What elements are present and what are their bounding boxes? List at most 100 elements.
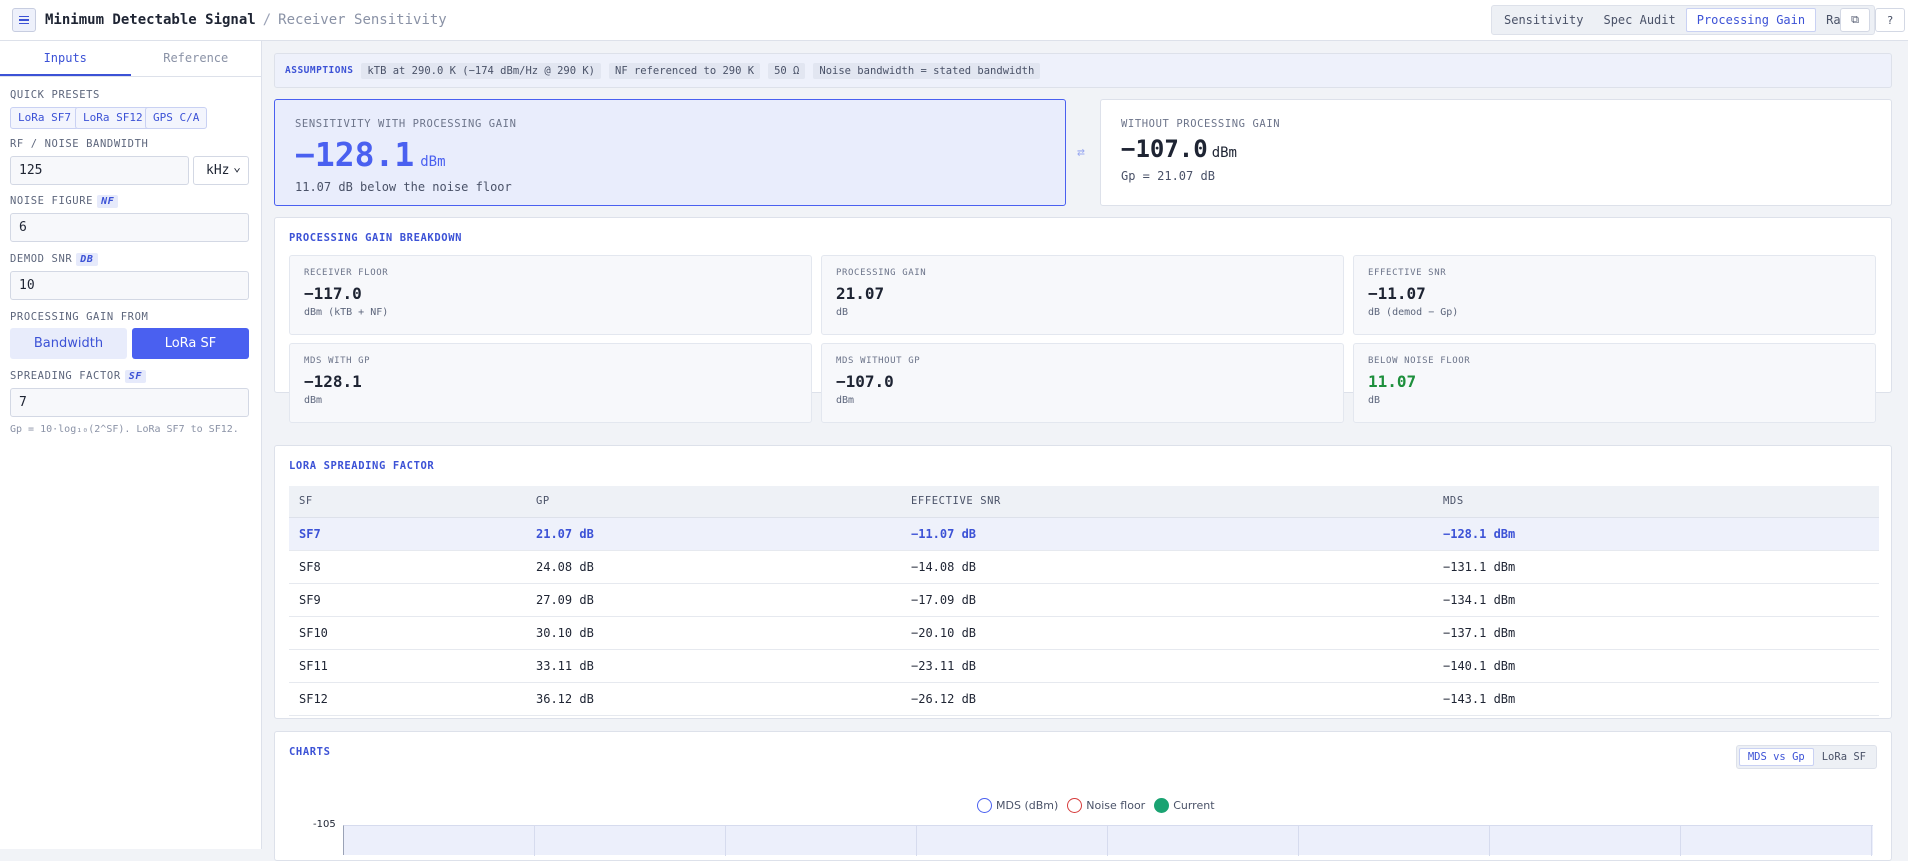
breadcrumb-separator: /	[262, 12, 272, 28]
metric-mds-with-gp: MDS WITH GP −128.1 dBm	[289, 343, 812, 423]
legend-item-mds: MDS (dBm)	[977, 798, 1058, 813]
spreading-factor-label: SPREADING FACTOR SF	[10, 370, 146, 383]
gain-from-label: PROCESSING GAIN FROM	[10, 311, 149, 323]
table-cell: −26.12 dB	[901, 682, 1433, 716]
tab-spec-audit[interactable]: Spec Audit	[1593, 8, 1685, 32]
table-cell: −128.1 dBm	[1433, 517, 1879, 551]
sensitivity-with-gain-card: SENSITIVITY WITH PROCESSING GAIN −128.1 d…	[274, 99, 1066, 206]
column-header: SF	[289, 486, 526, 518]
table-cell: 24.08 dB	[526, 550, 901, 584]
column-header: EFFECTIVE SNR	[901, 486, 1433, 518]
table-row[interactable]: SF7 21.07 dB −11.07 dB −128.1 dBm	[289, 517, 1879, 551]
assumption-chip: Noise bandwidth = stated bandwidth	[813, 62, 1041, 79]
legend-swatch	[1067, 798, 1083, 813]
metric-processing-gain: PROCESSING GAIN 21.07 dB	[821, 255, 1344, 335]
table-cell: −134.1 dBm	[1433, 583, 1879, 617]
table-cell: −20.10 dB	[901, 616, 1433, 650]
table-cell: 33.11 dB	[526, 649, 901, 683]
metric-below-noise-floor: BELOW NOISE FLOOR 11.07 dB	[1353, 343, 1876, 423]
gain-from-bandwidth-button[interactable]: Bandwidth	[10, 328, 127, 359]
table-cell: SF11	[289, 649, 526, 683]
legend-swatch	[1154, 798, 1170, 813]
card-value: −128.1 dBm	[295, 135, 446, 174]
table-row[interactable]: SF10 30.10 dB −20.10 dB −137.1 dBm	[289, 616, 1879, 650]
gain-from-lora-sf-button[interactable]: LoRa SF	[132, 328, 249, 359]
tab-inputs[interactable]: Inputs	[0, 41, 131, 76]
legend-item-current: Current	[1154, 798, 1215, 813]
bandwidth-input[interactable]: 125	[10, 156, 189, 185]
sf-hint: Gp = 10·log₁₀(2^SF). LoRa SF7 to SF12.	[10, 424, 239, 435]
card-label: SENSITIVITY WITH PROCESSING GAIN	[295, 118, 517, 130]
table-cell: 36.12 dB	[526, 682, 901, 716]
table-cell: SF9	[289, 583, 526, 617]
table-cell: −23.11 dB	[901, 649, 1433, 683]
table-header-row: SF GP EFFECTIVE SNR MDS	[289, 486, 1879, 518]
metric-effective-snr: EFFECTIVE SNR −11.07 dB (demod − Gp)	[1353, 255, 1876, 335]
preset-lora-sf7-button[interactable]: LoRa SF7	[10, 107, 79, 129]
bandwidth-label: RF / NOISE BANDWIDTH	[10, 138, 149, 150]
legend-item-noise-floor: Noise floor	[1067, 798, 1145, 813]
column-header: MDS	[1433, 486, 1879, 518]
card-label: WITHOUT PROCESSING GAIN	[1121, 118, 1281, 130]
demod-snr-label: DEMOD SNR DB	[10, 253, 98, 266]
charts-title: CHARTS	[289, 746, 331, 758]
metric-receiver-floor: RECEIVER FLOOR −117.0 dBm (kTB + NF)	[289, 255, 812, 335]
chart-plot-area	[343, 825, 1873, 856]
card-value: −107.0 dBm	[1121, 135, 1237, 163]
app-title: Minimum Detectable Signal	[45, 12, 256, 28]
quick-presets-label: QUICK PRESETS	[10, 89, 100, 101]
chart-tab-lora-sf[interactable]: LoRa SF	[1814, 748, 1874, 766]
assumption-chip: kTB at 290.0 K (−174 dBm/Hz @ 290 K)	[361, 62, 601, 79]
help-icon[interactable]: ?	[1875, 8, 1905, 32]
table-cell: −11.07 dB	[901, 517, 1433, 551]
tab-sensitivity[interactable]: Sensitivity	[1494, 8, 1593, 32]
table-cell: 21.07 dB	[526, 517, 901, 551]
swap-icon: ⇄	[1077, 145, 1085, 160]
legend-swatch	[977, 798, 992, 813]
sidebar-tabs: Inputs Reference	[0, 41, 261, 77]
breakdown-panel: PROCESSING GAIN BREAKDOWN RECEIVER FLOOR…	[274, 217, 1892, 423]
table-cell: 27.09 dB	[526, 583, 901, 617]
table-cell: −17.09 dB	[901, 583, 1433, 617]
table-cell: SF7	[289, 517, 526, 551]
table-cell: SF8	[289, 550, 526, 584]
noise-figure-input[interactable]: 6	[10, 213, 249, 242]
breadcrumb-page: Receiver Sensitivity	[278, 12, 447, 28]
chart-tab-mds-vs-gp[interactable]: MDS vs Gp	[1738, 748, 1814, 766]
sf-tag: SF	[124, 370, 146, 383]
table-cell: SF12	[289, 682, 526, 716]
assumptions-label: ASSUMPTIONS	[285, 65, 354, 76]
table-cell: SF10	[289, 616, 526, 650]
noise-figure-label: NOISE FIGURE NF	[10, 195, 119, 208]
snr-tag: DB	[76, 253, 98, 266]
lora-sf-panel: LORA SPREADING FACTOR SF GP EFFECTIVE SN…	[274, 445, 1892, 719]
copy-icon[interactable]: ⧉	[1840, 8, 1870, 32]
column-header: GP	[526, 486, 901, 518]
table-row[interactable]: SF8 24.08 dB −14.08 dB −131.1 dBm	[289, 550, 1879, 584]
spreading-factor-input[interactable]: 7	[10, 388, 249, 417]
top-bar: Minimum Detectable Signal / Receiver Sen…	[0, 0, 1908, 41]
table-row[interactable]: SF11 33.11 dB −23.11 dB −140.1 dBm	[289, 649, 1879, 683]
table-cell: −140.1 dBm	[1433, 649, 1879, 683]
chart-legend: MDS (dBm) Noise floor Current	[977, 798, 1224, 813]
tab-reference[interactable]: Reference	[131, 41, 262, 76]
preset-lora-sf12-button[interactable]: LoRa SF12	[75, 107, 151, 129]
bandwidth-unit-select[interactable]: kHz	[193, 154, 249, 185]
y-axis-tick: -105	[313, 819, 336, 830]
charts-panel: CHARTS MDS vs Gp LoRa SF MDS (dBm) Noise…	[274, 731, 1892, 861]
demod-snr-input[interactable]: 10	[10, 271, 249, 300]
chart-toggle: MDS vs Gp LoRa SF	[1735, 745, 1877, 769]
table-row[interactable]: SF9 27.09 dB −17.09 dB −134.1 dBm	[289, 583, 1879, 617]
nf-tag: NF	[97, 195, 119, 208]
table-cell: −14.08 dB	[901, 550, 1433, 584]
tab-processing-gain[interactable]: Processing Gain	[1685, 8, 1817, 32]
table-cell: 30.10 dB	[526, 616, 901, 650]
table-row[interactable]: SF12 36.12 dB −26.12 dB −143.1 dBm	[289, 682, 1879, 716]
table-cell: −137.1 dBm	[1433, 616, 1879, 650]
table-cell: −143.1 dBm	[1433, 682, 1879, 716]
menu-icon[interactable]	[12, 8, 36, 32]
preset-gps-ca-button[interactable]: GPS C/A	[145, 107, 208, 129]
lora-sf-table: SF GP EFFECTIVE SNR MDS SF7 21.07 dB −11.0…	[289, 486, 1879, 716]
assumptions-bar: ASSUMPTIONS kTB at 290.0 K (−174 dBm/Hz …	[274, 53, 1892, 88]
assumption-chip: 50 Ω	[768, 62, 806, 79]
